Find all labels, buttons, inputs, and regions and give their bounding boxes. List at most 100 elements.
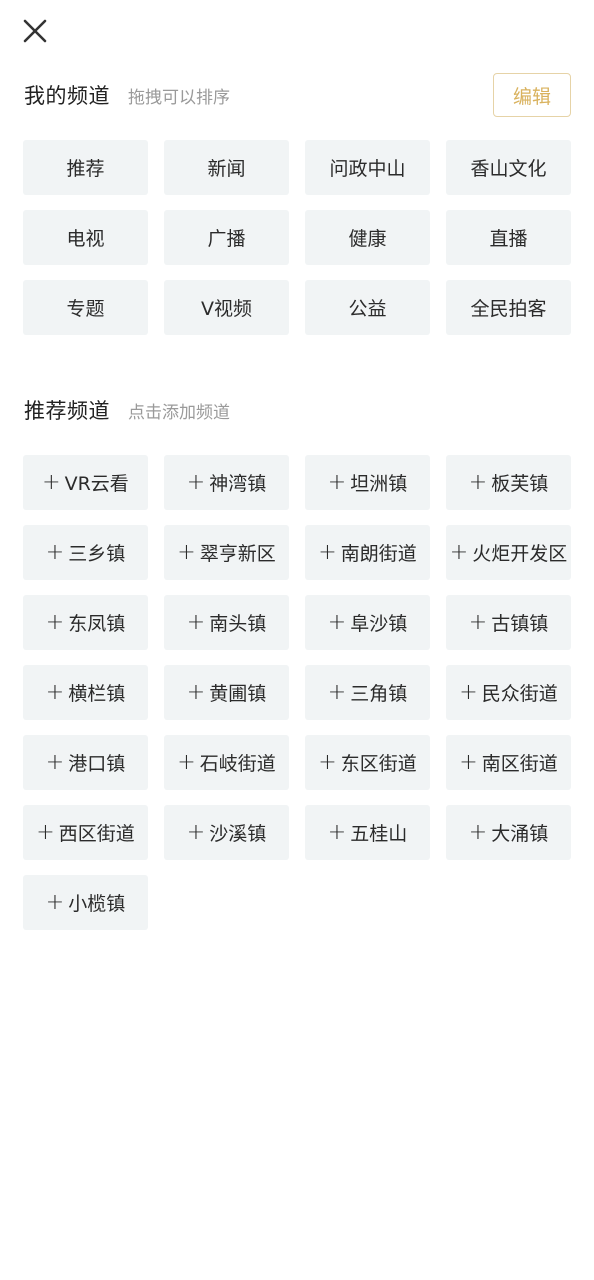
plus-icon: +: [186, 819, 206, 845]
plus-icon: +: [318, 539, 337, 565]
recommended-channels-hint: 点击添加频道: [128, 402, 230, 423]
channel-label: 黄圃镇: [209, 683, 267, 705]
recommended-channels-title: 推荐频道: [24, 399, 110, 423]
channel-label: 南朗街道: [340, 543, 417, 565]
plus-icon: +: [327, 679, 347, 705]
channel-label: 东凤镇: [68, 613, 126, 635]
recommended-channel-chip[interactable]: + 阜沙镇: [305, 595, 430, 650]
recommended-channel-chip[interactable]: + 东凤镇: [23, 595, 148, 650]
my-channels-hint: 拖拽可以排序: [128, 87, 230, 108]
close-button[interactable]: [20, 16, 50, 46]
channel-label: 港口镇: [68, 753, 126, 775]
recommended-channel-chip[interactable]: + 板芙镇: [446, 455, 571, 510]
plus-icon: +: [468, 469, 488, 495]
my-channel-chip[interactable]: 专题: [23, 280, 148, 335]
channel-label: 古镇镇: [491, 613, 549, 635]
recommended-channel-chip[interactable]: + 东区街道: [305, 735, 430, 790]
recommended-channels-header: 推荐频道 点击添加频道: [24, 388, 571, 432]
plus-icon: +: [45, 609, 65, 635]
channel-label: 全民拍客: [470, 298, 547, 320]
recommended-channel-chip[interactable]: + 翠亨新区: [164, 525, 289, 580]
recommended-channel-chip[interactable]: + 港口镇: [23, 735, 148, 790]
channel-manager-page: 我的频道 拖拽可以排序 编辑 推荐 新闻 问政中山 香山文化电视 广播 健康 直播专题 V视频…: [0, 0, 594, 1280]
my-channel-chip[interactable]: 健康: [305, 210, 430, 265]
channel-label: 公益: [348, 298, 387, 320]
plus-icon: +: [186, 609, 206, 635]
plus-icon: +: [459, 749, 478, 775]
plus-icon: +: [468, 609, 488, 635]
channel-label: 板芙镇: [491, 473, 549, 495]
plus-icon: +: [45, 889, 65, 915]
plus-icon: +: [36, 819, 55, 845]
recommended-channel-chip[interactable]: + VR云看: [23, 455, 148, 510]
close-icon: [23, 19, 47, 43]
recommended-channel-chip[interactable]: + 南朗街道: [305, 525, 430, 580]
my-channel-chip[interactable]: 直播: [446, 210, 571, 265]
my-channels-header: 我的频道 拖拽可以排序 编辑: [24, 73, 571, 117]
plus-icon: +: [318, 749, 337, 775]
channel-label: 神湾镇: [209, 473, 267, 495]
edit-button[interactable]: 编辑: [493, 73, 571, 117]
my-channel-chip[interactable]: 电视: [23, 210, 148, 265]
my-channel-chip[interactable]: 问政中山: [305, 140, 430, 195]
channel-label: 小榄镇: [68, 893, 126, 915]
my-channel-chip[interactable]: 新闻: [164, 140, 289, 195]
my-channels-grid: 推荐 新闻 问政中山 香山文化电视 广播 健康 直播专题 V视频 公益 全民拍客: [23, 140, 571, 335]
my-channel-chip[interactable]: 公益: [305, 280, 430, 335]
plus-icon: +: [45, 749, 65, 775]
recommended-channel-chip[interactable]: + 古镇镇: [446, 595, 571, 650]
channel-label: 横栏镇: [68, 683, 126, 705]
channel-label: 广播: [207, 228, 246, 250]
my-channel-chip[interactable]: 推荐: [23, 140, 148, 195]
recommended-channel-chip[interactable]: + 南头镇: [164, 595, 289, 650]
my-channel-chip[interactable]: V视频: [164, 280, 289, 335]
channel-label: 沙溪镇: [209, 823, 267, 845]
my-channel-chip[interactable]: 全民拍客: [446, 280, 571, 335]
plus-icon: +: [468, 819, 488, 845]
recommended-channel-chip[interactable]: + 大涌镇: [446, 805, 571, 860]
recommended-channel-chip[interactable]: + 五桂山: [305, 805, 430, 860]
recommended-channel-chip[interactable]: + 坦洲镇: [305, 455, 430, 510]
plus-icon: +: [449, 539, 469, 565]
channel-label: 问政中山: [329, 158, 406, 180]
recommended-channel-chip[interactable]: + 横栏镇: [23, 665, 148, 720]
plus-icon: +: [186, 469, 206, 495]
channel-label: 南头镇: [209, 613, 267, 635]
channel-label: 五桂山: [350, 823, 408, 845]
recommended-channel-chip[interactable]: + 三乡镇: [23, 525, 148, 580]
channel-label: 民众街道: [481, 683, 558, 705]
plus-icon: +: [327, 469, 347, 495]
recommended-channel-chip[interactable]: + 小榄镇: [23, 875, 148, 930]
recommended-channel-chip[interactable]: + 石岐街道: [164, 735, 289, 790]
channel-label: 三角镇: [350, 683, 408, 705]
plus-icon: +: [459, 679, 478, 705]
channel-label: VR云看: [64, 473, 129, 495]
my-channel-chip[interactable]: 香山文化: [446, 140, 571, 195]
plus-icon: +: [45, 539, 65, 565]
plus-icon: +: [45, 679, 65, 705]
channel-label: V视频: [201, 298, 252, 320]
recommended-channel-chip[interactable]: + 神湾镇: [164, 455, 289, 510]
channel-label: 坦洲镇: [350, 473, 408, 495]
recommended-channel-chip[interactable]: + 西区街道: [23, 805, 148, 860]
channel-label: 新闻: [207, 158, 246, 180]
recommended-channel-chip[interactable]: + 三角镇: [305, 665, 430, 720]
channel-label: 大涌镇: [491, 823, 549, 845]
plus-icon: +: [186, 679, 206, 705]
recommended-channel-chip[interactable]: + 火炬开发区: [446, 525, 571, 580]
channel-label: 阜沙镇: [350, 613, 408, 635]
channel-label: 火炬开发区: [472, 543, 568, 565]
recommended-channel-chip[interactable]: + 沙溪镇: [164, 805, 289, 860]
channel-label: 翠亨新区: [199, 543, 276, 565]
my-channels-title: 我的频道: [24, 84, 110, 108]
channel-label: 东区街道: [340, 753, 417, 775]
my-channel-chip[interactable]: 广播: [164, 210, 289, 265]
channel-label: 三乡镇: [68, 543, 126, 565]
plus-icon: +: [177, 539, 196, 565]
channel-label: 南区街道: [481, 753, 558, 775]
plus-icon: +: [177, 749, 196, 775]
plus-icon: +: [42, 469, 61, 495]
recommended-channel-chip[interactable]: + 南区街道: [446, 735, 571, 790]
recommended-channel-chip[interactable]: + 黄圃镇: [164, 665, 289, 720]
recommended-channel-chip[interactable]: + 民众街道: [446, 665, 571, 720]
